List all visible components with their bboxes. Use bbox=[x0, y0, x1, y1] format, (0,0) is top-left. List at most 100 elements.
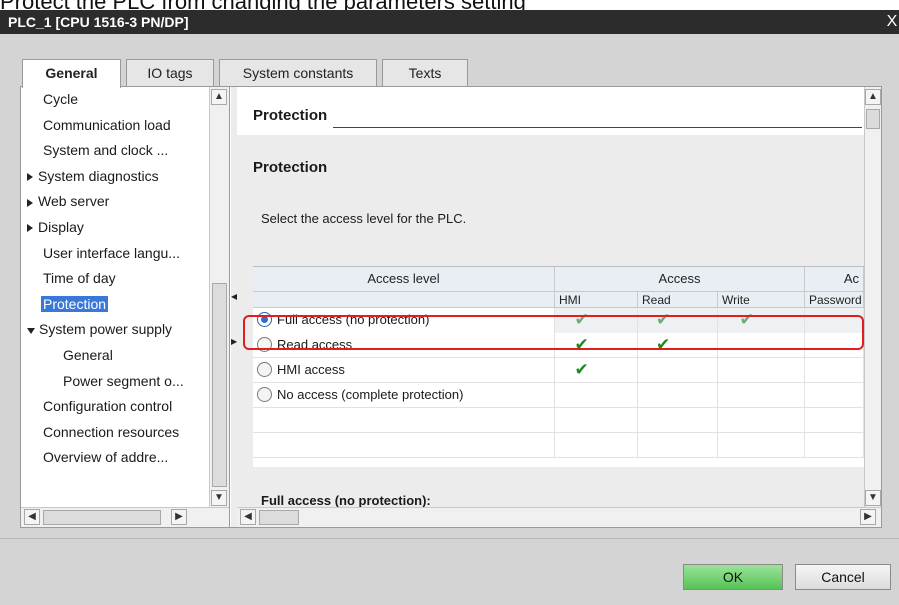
access-hmi-cell bbox=[555, 383, 638, 408]
table-row[interactable]: Read access ✔ ✔ bbox=[253, 333, 864, 358]
nav-item[interactable]: System power supply bbox=[27, 317, 172, 341]
pane-header: Protection bbox=[237, 87, 862, 135]
header-access-truncated: Ac bbox=[805, 267, 864, 292]
checkmark-icon: ✔ bbox=[574, 310, 589, 329]
pane-scroll-thumb[interactable] bbox=[866, 109, 880, 129]
scroll-up-icon[interactable]: ▲ bbox=[211, 89, 227, 105]
navigation-tree: Cycle Communication load System and clock … bbox=[21, 87, 230, 527]
access-write-cell bbox=[718, 358, 805, 383]
access-level-cell bbox=[253, 408, 555, 433]
nav-horizontal-scrollbar[interactable]: ◀ ▶ bbox=[21, 507, 229, 527]
access-level-radio[interactable] bbox=[257, 362, 272, 377]
nav-item-label: Display bbox=[38, 219, 84, 235]
access-level-radio[interactable] bbox=[257, 337, 272, 352]
collapse-arrow-icon[interactable] bbox=[27, 327, 35, 334]
nav-item[interactable]: System diagnostics bbox=[27, 164, 159, 188]
access-read-cell bbox=[638, 408, 718, 433]
table-row[interactable]: No access (complete protection) bbox=[253, 383, 864, 408]
nav-item[interactable]: Communication load bbox=[43, 113, 171, 137]
table-row[interactable]: HMI access ✔ bbox=[253, 358, 864, 383]
access-write-cell bbox=[718, 383, 805, 408]
access-hmi-cell: ✔ bbox=[555, 358, 638, 383]
header-rule bbox=[333, 127, 862, 128]
nav-scroll-thumb[interactable] bbox=[212, 283, 227, 487]
nav-hscroll-thumb[interactable] bbox=[43, 510, 161, 525]
access-pw-cell bbox=[805, 358, 864, 383]
cancel-button[interactable]: Cancel bbox=[795, 564, 891, 590]
window-title: PLC_1 [CPU 1516-3 PN/DP] bbox=[8, 14, 189, 30]
nav-item[interactable]: Protection bbox=[41, 292, 109, 316]
access-write-cell: ✔ bbox=[718, 308, 805, 333]
access-pw-cell bbox=[805, 383, 864, 408]
scroll-down-icon[interactable]: ▼ bbox=[865, 490, 881, 506]
title-bar: PLC_1 [CPU 1516-3 PN/DP] bbox=[0, 10, 899, 34]
nav-item[interactable]: Power segment o... bbox=[63, 369, 184, 393]
scroll-up-icon[interactable]: ▲ bbox=[865, 89, 881, 105]
access-write-cell bbox=[718, 333, 805, 358]
close-icon[interactable]: X bbox=[885, 10, 899, 34]
nav-item-label: System and clock ... bbox=[43, 142, 169, 159]
nav-item[interactable]: User interface langu... bbox=[43, 241, 180, 265]
scroll-right-icon[interactable]: ▶ bbox=[860, 509, 876, 525]
access-write-cell bbox=[718, 433, 805, 458]
access-level-cell bbox=[253, 433, 555, 458]
nav-item[interactable]: Overview of addre... bbox=[43, 445, 168, 469]
header-spacer bbox=[253, 292, 555, 308]
scroll-right-icon[interactable]: ▶ bbox=[171, 509, 187, 525]
tab-texts[interactable]: Texts bbox=[382, 59, 468, 87]
nav-item[interactable]: General bbox=[63, 343, 113, 367]
checkmark-icon: ✔ bbox=[656, 310, 671, 329]
expand-arrow-icon[interactable] bbox=[27, 198, 33, 207]
nav-list: Cycle Communication load System and clock … bbox=[21, 87, 209, 507]
nav-item[interactable]: Configuration control bbox=[43, 394, 172, 418]
nav-item[interactable]: Display bbox=[27, 215, 84, 239]
nav-item-label: Protection bbox=[41, 295, 109, 312]
header-access: Access bbox=[555, 267, 805, 292]
protection-pane: Protection Protection Select the access … bbox=[237, 87, 881, 527]
access-hmi-cell bbox=[555, 408, 638, 433]
expand-arrow-icon[interactable] bbox=[27, 224, 33, 233]
access-read-cell bbox=[638, 433, 718, 458]
nav-item-label: User interface langu... bbox=[43, 244, 180, 261]
scroll-left-icon[interactable]: ◀ bbox=[24, 509, 40, 525]
access-read-cell: ✔ bbox=[638, 308, 718, 333]
content-frame: Cycle Communication load System and clock … bbox=[20, 86, 882, 528]
nav-item-label: Web server bbox=[38, 193, 110, 210]
level-description-heading: Full access (no protection): bbox=[261, 493, 431, 508]
scroll-left-icon[interactable]: ◀ bbox=[240, 509, 256, 525]
nav-item[interactable]: Web server bbox=[27, 189, 109, 213]
table-row bbox=[253, 408, 864, 433]
table-row[interactable]: Full access (no protection) ✔ ✔ ✔ bbox=[253, 308, 864, 333]
access-level-radio[interactable] bbox=[257, 312, 272, 327]
pane-horizontal-scrollbar[interactable]: ◀ ▶ bbox=[237, 507, 881, 527]
tab-strip: General IO tags System constants Texts bbox=[22, 59, 882, 88]
tab-io-tags[interactable]: IO tags bbox=[126, 59, 214, 87]
nav-item[interactable]: System and clock ... bbox=[43, 138, 168, 162]
nav-item-label: System diagnostics bbox=[38, 167, 159, 184]
access-level-label: Full access (no protection) bbox=[277, 312, 430, 327]
nav-item[interactable]: Connection resources bbox=[43, 420, 179, 444]
tab-general[interactable]: General bbox=[22, 59, 121, 88]
access-level-label: HMI access bbox=[277, 362, 345, 377]
access-level-radio[interactable] bbox=[257, 387, 272, 402]
pane-vertical-scrollbar[interactable]: ▲ ▼ bbox=[864, 87, 881, 507]
scroll-down-icon[interactable]: ▼ bbox=[211, 490, 227, 506]
nav-item[interactable]: Time of day bbox=[43, 266, 116, 290]
access-read-cell bbox=[638, 383, 718, 408]
nav-item-label: Time of day bbox=[43, 270, 116, 287]
nav-item[interactable]: Cycle bbox=[43, 87, 78, 111]
access-write-cell bbox=[718, 408, 805, 433]
ok-button[interactable]: OK bbox=[683, 564, 783, 590]
access-read-cell bbox=[638, 358, 718, 383]
nav-item-label: Cycle bbox=[43, 91, 79, 107]
dialog-button-bar: OK Cancel bbox=[0, 538, 899, 605]
tab-system-constants[interactable]: System constants bbox=[219, 59, 377, 87]
access-read-cell: ✔ bbox=[638, 333, 718, 358]
nav-vertical-scrollbar[interactable]: ▲ ▼ bbox=[209, 87, 229, 507]
pane-hscroll-thumb[interactable] bbox=[259, 510, 299, 525]
expand-arrow-icon[interactable] bbox=[27, 173, 33, 182]
checkmark-icon: ✔ bbox=[574, 360, 589, 379]
table-row bbox=[253, 433, 864, 458]
access-hmi-cell bbox=[555, 433, 638, 458]
access-pw-cell bbox=[805, 433, 864, 458]
